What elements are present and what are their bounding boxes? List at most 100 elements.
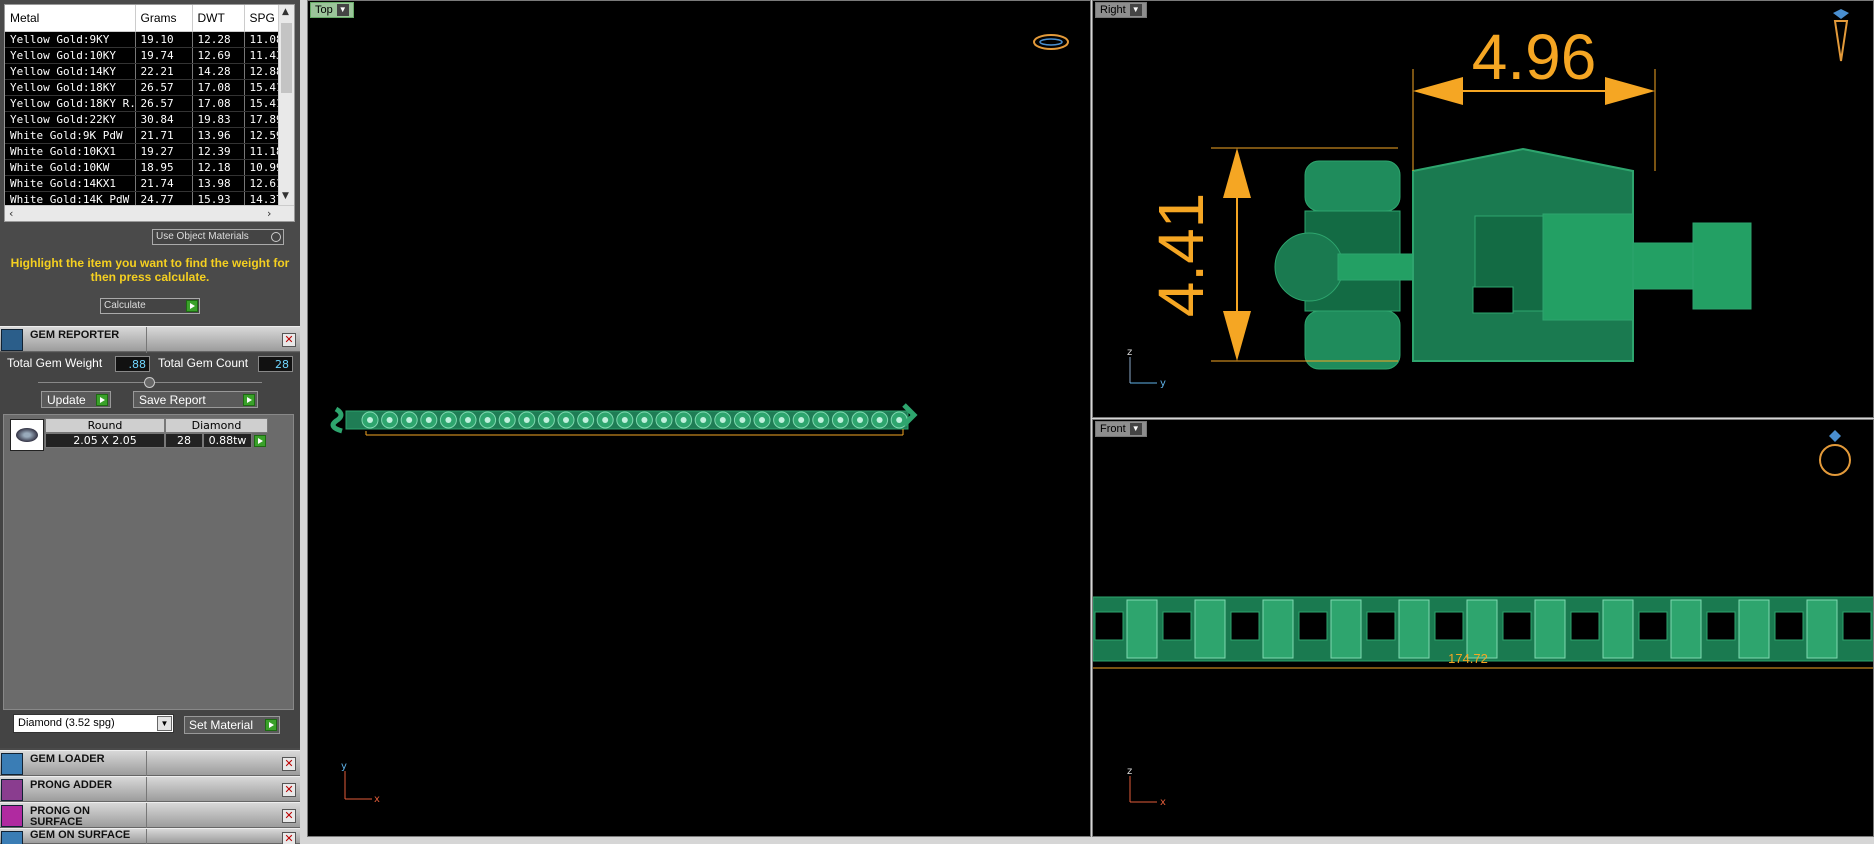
close-icon[interactable]: ✕ (282, 333, 296, 347)
table-cell: 22.21 (135, 63, 193, 80)
link-block (1670, 599, 1702, 659)
table-cell: Yellow Gold:22KY (5, 111, 136, 128)
table-cell: Yellow Gold:9KY (5, 31, 136, 48)
ring-view-icon[interactable] (1033, 34, 1069, 50)
table-cell: White Gold:14KX1 (5, 175, 136, 192)
gem-on-surface-header[interactable]: GEM ON SURFACE ✕ (0, 828, 300, 844)
table-row[interactable]: Yellow Gold:18KY R...26.5717.0815.41 (5, 95, 279, 112)
col-metal[interactable]: Metal (5, 5, 136, 32)
gem-seat (425, 417, 432, 423)
app-window: Metal Grams DWT SPG Yellow Gold:9KY 19.10… (0, 0, 1874, 844)
play-icon[interactable] (265, 719, 277, 731)
radio-icon[interactable] (271, 232, 281, 242)
chevron-down-icon[interactable]: ▼ (336, 4, 349, 16)
scroll-down-icon[interactable]: ▼ (282, 191, 289, 201)
gem-seat (798, 417, 805, 423)
gem-seat (582, 417, 589, 423)
axis-indicator: y x (341, 761, 380, 805)
clasp-model[interactable] (1274, 147, 1752, 370)
total-gem-weight-value: .88 (115, 356, 150, 372)
col-grams[interactable]: Grams (135, 5, 193, 32)
play-icon[interactable] (96, 394, 108, 406)
col-spg[interactable]: SPG (244, 5, 279, 32)
table-row[interactable]: White Gold:14KX121.7413.9812.61 (5, 175, 279, 192)
table-vertical-scrollbar[interactable]: ▲ ▼ (278, 5, 294, 205)
table-cell: 15.41 (244, 95, 279, 112)
right-viewport[interactable]: Right ▼ 4.96 4.41 z y (1092, 0, 1874, 418)
table-row[interactable]: White Gold:10KW18.9512.1810.99 (5, 159, 279, 176)
total-gem-weight-label: Total Gem Weight (7, 356, 103, 370)
slider-knob[interactable] (144, 377, 155, 388)
close-icon[interactable]: ✕ (282, 832, 296, 844)
play-icon[interactable] (243, 394, 255, 406)
table-cell: 30.84 (135, 111, 193, 128)
table-row[interactable]: White Gold:10KX119.2712.3911.18 (5, 143, 279, 160)
width-dimension: 4.96 (1412, 21, 1656, 171)
front-viewport[interactable]: Front ▼ 174.72 z x (1092, 419, 1874, 837)
scroll-up-icon[interactable]: ▲ (282, 7, 289, 17)
bracelet-model[interactable] (330, 403, 918, 434)
table-cell: 12.88 (244, 63, 279, 80)
ring-standing-icon[interactable] (1833, 9, 1849, 62)
prong-adder-header[interactable]: PRONG ADDER ✕ (0, 776, 300, 803)
col-dwt[interactable]: DWT (192, 5, 245, 32)
prong-on-surface-header[interactable]: PRONG ON SURFACE ✕ (0, 802, 300, 829)
gem-seat (445, 417, 452, 423)
table-row[interactable]: Yellow Gold:22KY30.8419.8317.89 (5, 111, 279, 128)
front-view-tab[interactable]: Front ▼ (1095, 421, 1147, 437)
prong-surface-icon (1, 805, 23, 827)
chevron-down-icon[interactable]: ▼ (1129, 4, 1142, 16)
hint-text: Highlight the item you want to find the … (10, 256, 290, 284)
play-icon[interactable] (186, 300, 198, 312)
gem-seat (857, 417, 863, 423)
axis-x-label: x (374, 794, 380, 805)
link-opening (1162, 611, 1192, 641)
gem-loader-header[interactable]: GEM LOADER ✕ (0, 750, 300, 777)
close-icon[interactable]: ✕ (282, 757, 296, 771)
link-opening (1638, 611, 1668, 641)
save-report-button[interactable]: Save Report (133, 391, 258, 408)
gem-count: 28 (165, 433, 203, 448)
table-row[interactable]: Yellow Gold:14KY22.2114.2812.88 (5, 63, 279, 80)
gem-row-go-icon[interactable] (254, 435, 266, 447)
use-object-materials-toggle[interactable]: Use Object Materials (152, 229, 284, 245)
gem-reporter-header[interactable]: GEM REPORTER ✕ (0, 326, 300, 353)
gem-loader-icon (1, 753, 23, 775)
scroll-thumb[interactable] (281, 23, 292, 93)
close-icon[interactable]: ✕ (282, 809, 296, 823)
set-material-button[interactable]: Set Material (184, 716, 280, 734)
round-gem-icon[interactable] (10, 419, 44, 451)
metal-weight-table: Metal Grams DWT SPG Yellow Gold:9KY 19.10… (4, 4, 295, 222)
table-row[interactable]: White Gold:9K PdW21.7113.9612.59 (5, 127, 279, 144)
calculate-button[interactable]: Calculate (100, 298, 200, 314)
gem-seat (759, 417, 765, 423)
chevron-down-icon[interactable]: ▼ (1129, 423, 1142, 435)
table-cell: White Gold:10KX1 (5, 143, 136, 160)
close-icon[interactable]: ✕ (282, 783, 296, 797)
table-row[interactable]: Yellow Gold:18KY26.5717.0815.41 (5, 79, 279, 96)
link-opening (1774, 611, 1804, 641)
scroll-right-icon[interactable]: › (267, 207, 271, 220)
top-view-tab[interactable]: Top ▼ (310, 2, 354, 18)
table-row[interactable]: Yellow Gold:10KY19.7412.6911.43 (5, 47, 279, 64)
link-block (1194, 599, 1226, 659)
gem-seat (837, 417, 844, 423)
table-cell: Yellow Gold:14KY (5, 63, 136, 80)
scroll-left-icon[interactable]: ‹ (9, 207, 13, 220)
ring-front-icon[interactable] (1819, 430, 1851, 476)
right-view-tab[interactable]: Right ▼ (1095, 2, 1147, 18)
axis-x-label: x (1160, 797, 1166, 808)
top-viewport[interactable]: Top ▼ y x (307, 0, 1091, 837)
update-label: Update (47, 393, 86, 407)
table-cell: 10.99 (244, 159, 279, 176)
table-row[interactable]: Yellow Gold:9KY19.1012.2811.08 (5, 31, 279, 48)
table-horizontal-scrollbar[interactable]: ‹ › (5, 205, 294, 221)
gem-loader-title: GEM LOADER (30, 753, 105, 765)
chevron-down-icon[interactable]: ▼ (157, 716, 172, 731)
material-select[interactable]: Diamond (3.52 spg) ▼ (13, 714, 174, 733)
calculate-label: Calculate (104, 300, 146, 311)
right-view-label: Right (1100, 4, 1126, 16)
gem-seat (523, 417, 530, 423)
update-button[interactable]: Update (41, 391, 111, 408)
table-cell: 19.10 (135, 31, 193, 48)
